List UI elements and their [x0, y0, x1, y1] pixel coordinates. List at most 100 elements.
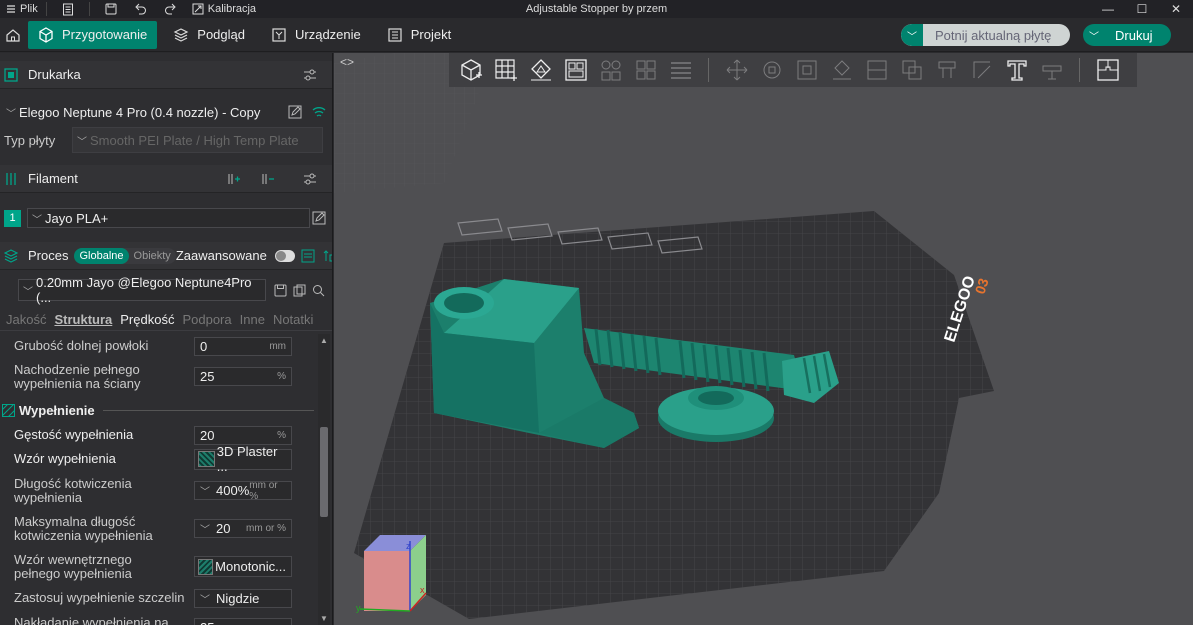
- advanced-toggle[interactable]: [274, 249, 295, 262]
- save-icon[interactable]: [98, 0, 124, 18]
- param-label: Nakładanie wypełnienia na: [14, 615, 169, 625]
- param-label: Grubość dolnej powłoki: [14, 338, 149, 353]
- filament-select-value: Jayo PLA+: [45, 210, 109, 226]
- home-icon[interactable]: [2, 21, 24, 49]
- print-button[interactable]: ﹀ Drukuj: [1083, 24, 1171, 46]
- remove-filament-icon[interactable]: [259, 170, 277, 188]
- measure-icon: [1034, 55, 1069, 85]
- infill-icon: [2, 403, 15, 417]
- param-value: 20: [216, 521, 231, 536]
- arrange-icon[interactable]: [558, 55, 593, 85]
- param-input[interactable]: 25 %: [194, 367, 292, 386]
- search-icon[interactable]: [309, 281, 327, 299]
- undo-icon[interactable]: [128, 0, 154, 18]
- tab-device-label: Urządzenie: [295, 27, 361, 42]
- param-anchor-max-length: Maksymalna długość kotwiczenia wypełnien…: [0, 514, 318, 544]
- scroll-down-icon[interactable]: ▼: [318, 614, 330, 623]
- process-preset-select[interactable]: ﹀ 0.20mm Jayo @Elegoo Neptune4Pro (...: [18, 275, 266, 305]
- filament-section-header[interactable]: Filament: [0, 165, 332, 193]
- wifi-icon[interactable]: [310, 103, 328, 121]
- process-subtabs: Jakość Struktura Prędkość Podpora Inne N…: [0, 309, 332, 331]
- settings-sliders-icon[interactable]: [301, 66, 319, 84]
- tab-project-label: Projekt: [410, 27, 452, 42]
- maximize-icon[interactable]: ☐: [1125, 0, 1159, 18]
- subtab-speed[interactable]: Prędkość: [120, 312, 174, 327]
- param-label: Wzór wypełnienia: [14, 451, 116, 466]
- auto-orient-icon[interactable]: [523, 55, 558, 85]
- orientation-gizmo[interactable]: z x y: [354, 531, 434, 621]
- close-icon[interactable]: ✕: [1159, 0, 1193, 18]
- chevron-down-icon[interactable]: ﹀: [1083, 28, 1105, 43]
- lay-on-face-icon: [824, 55, 859, 85]
- text-tool-icon[interactable]: [999, 55, 1034, 85]
- chevron-down-icon: ﹀: [23, 286, 33, 298]
- add-object-icon[interactable]: [453, 55, 488, 85]
- edit-icon[interactable]: [286, 103, 304, 121]
- cube-icon: [38, 26, 54, 43]
- mode-objects-option[interactable]: Obiekty: [129, 248, 176, 264]
- copy-icon[interactable]: [290, 281, 308, 299]
- settings-sidebar: Drukarka ﹀ Elegoo Neptune 4 Pro (0.4 noz…: [0, 53, 333, 625]
- device-icon: [271, 27, 287, 43]
- param-input[interactable]: 25: [194, 618, 292, 625]
- chevron-down-icon[interactable]: ﹀: [901, 24, 923, 46]
- scroll-up-icon[interactable]: ▲: [318, 336, 330, 345]
- printer-select[interactable]: ﹀ Elegoo Neptune 4 Pro (0.4 nozzle) - Co…: [4, 102, 284, 122]
- redo-icon[interactable]: [158, 0, 184, 18]
- file-menu[interactable]: Plik: [6, 3, 38, 15]
- process-preset-row: ﹀ 0.20mm Jayo @Elegoo Neptune4Pro (...: [0, 275, 332, 305]
- pattern-swatch-icon: [198, 451, 215, 467]
- compare-icon[interactable]: [299, 247, 317, 265]
- param-select[interactable]: 3D Plaster ...: [194, 444, 292, 474]
- project-icon: [387, 27, 403, 43]
- mode-global-option[interactable]: Globalne: [74, 247, 129, 264]
- calibration-menu[interactable]: Kalibracja: [192, 3, 256, 15]
- param-select[interactable]: Monotonic...: [194, 556, 292, 577]
- minimize-icon[interactable]: —: [1091, 0, 1125, 18]
- add-filament-icon[interactable]: [225, 170, 243, 188]
- subtab-quality[interactable]: Jakość: [6, 312, 46, 327]
- collapse-sidebar-icon[interactable]: <>: [336, 53, 358, 71]
- toolbar-separator: [1079, 58, 1080, 82]
- layers-editing-icon: [663, 55, 698, 85]
- add-plate-icon[interactable]: [488, 55, 523, 85]
- param-bottom-shell-thickness: Grubość dolnej powłoki 0 mm: [0, 336, 318, 356]
- settings-sliders-icon[interactable]: [301, 170, 319, 188]
- tab-device[interactable]: Urządzenie: [261, 21, 371, 49]
- filament-select[interactable]: ﹀ Jayo PLA+: [27, 208, 310, 228]
- subtab-notes[interactable]: Notatki: [273, 312, 313, 327]
- subtab-others[interactable]: Inne: [240, 312, 265, 327]
- slice-plate-button[interactable]: ﹀ Potnij aktualną płytę: [901, 24, 1070, 46]
- calibration-icon: [192, 3, 204, 15]
- save-icon[interactable]: [271, 281, 289, 299]
- chevron-down-icon: ﹀: [200, 525, 210, 536]
- tab-project[interactable]: Projekt: [377, 21, 461, 49]
- param-unit: mm: [269, 340, 286, 352]
- chevron-down-icon: ﹀: [32, 214, 42, 226]
- filament-row: 1 ﹀ Jayo PLA+: [0, 208, 332, 228]
- printer-section-title: Drukarka: [28, 67, 81, 82]
- filament-slot-badge[interactable]: 1: [4, 209, 21, 227]
- param-input[interactable]: ﹀ 400% mm or %: [194, 480, 292, 502]
- subtab-support[interactable]: Podpora: [182, 312, 231, 327]
- chevron-down-icon: ﹀: [77, 136, 87, 148]
- scrollbar-thumb[interactable]: [320, 427, 328, 517]
- sidebar-scrollbar[interactable]: ▲ ▼: [318, 334, 330, 625]
- param-unit: %: [277, 371, 286, 382]
- param-select[interactable]: ﹀ Nigdzie: [194, 588, 292, 608]
- plate-type-label: Typ płyty: [4, 132, 56, 148]
- param-value: 3D Plaster ...: [216, 444, 278, 474]
- document-icon[interactable]: [55, 0, 81, 18]
- printer-section-header[interactable]: Drukarka: [0, 61, 332, 89]
- tab-preview[interactable]: Podgląd: [163, 21, 255, 49]
- param-input[interactable]: ﹀ 20 mm or %: [194, 519, 292, 538]
- param-input[interactable]: 20 %: [194, 425, 292, 445]
- subtab-strength[interactable]: Struktura: [54, 312, 112, 327]
- process-mode-switch: Globalne Obiekty: [74, 247, 176, 264]
- assembly-view-icon[interactable]: [1090, 55, 1125, 85]
- tab-prepare[interactable]: Przygotowanie: [28, 20, 158, 49]
- param-input[interactable]: 0 mm: [194, 336, 292, 356]
- edit-icon[interactable]: [310, 209, 328, 227]
- 3d-viewport[interactable]: ELEGOO 03 <> z x y: [334, 53, 1193, 625]
- sort-icon[interactable]: [321, 247, 332, 265]
